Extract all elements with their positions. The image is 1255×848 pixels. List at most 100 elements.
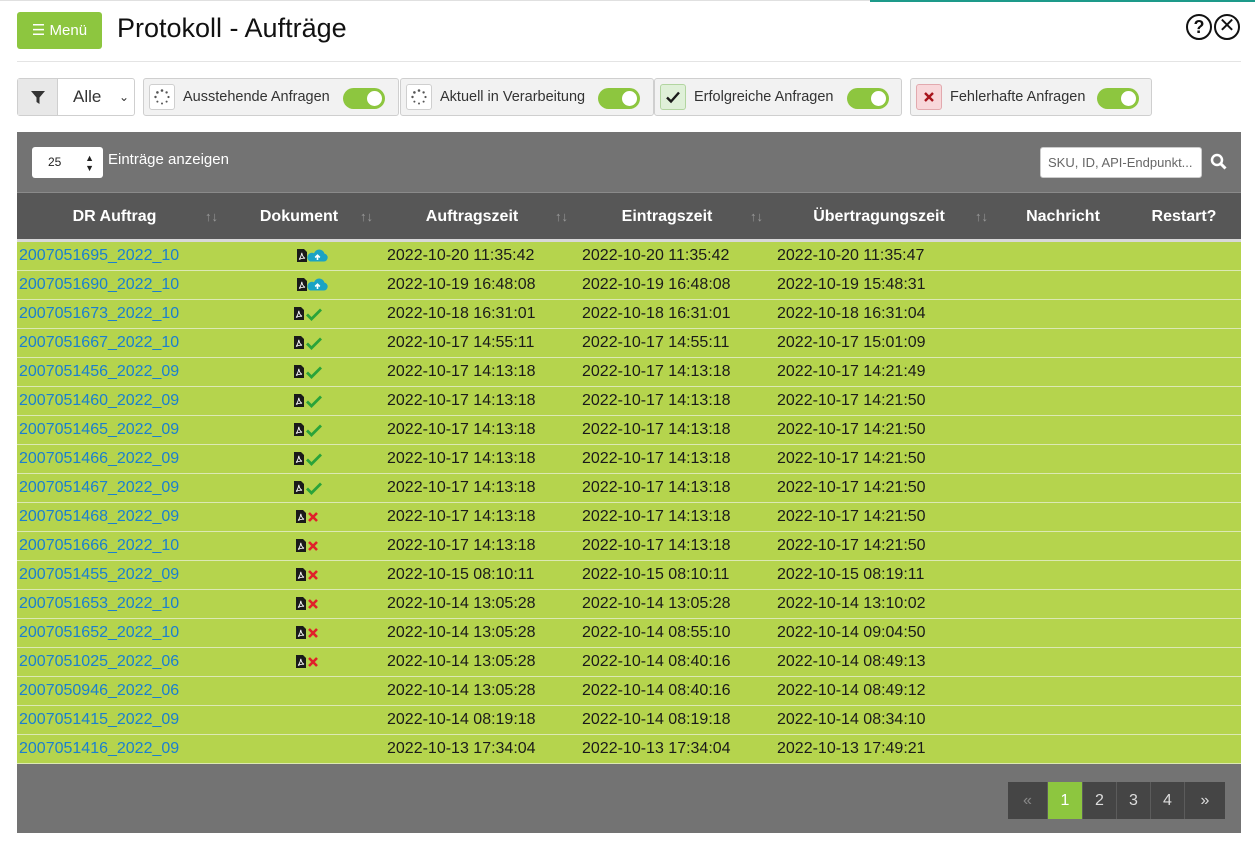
order-link[interactable]: 2007051455_2022_09 (19, 561, 179, 589)
search-input[interactable] (1040, 147, 1202, 178)
eintragszeit-cell: 2022-10-14 08:55:10 (582, 624, 731, 641)
column-header-uebertragungszeit[interactable]: Übertragungszeit (799, 193, 959, 240)
column-header-dokument[interactable]: Dokument (249, 193, 349, 240)
order-link[interactable]: 2007051460_2022_09 (19, 387, 179, 415)
document-status[interactable] (291, 416, 331, 444)
sort-icon[interactable]: ↑↓ (975, 193, 988, 240)
document-status[interactable] (291, 590, 331, 618)
document-status[interactable] (291, 300, 331, 328)
document-status[interactable] (291, 648, 331, 676)
menu-button[interactable]: ☰ Menü (17, 12, 102, 49)
column-header-auftragszeit[interactable]: Auftragszeit (412, 193, 532, 240)
toggle-pending-switch[interactable] (343, 88, 385, 109)
toggle-processing-label: Aktuell in Verarbeitung (440, 89, 586, 105)
auftragszeit-cell: 2022-10-14 13:05:28 (387, 595, 536, 612)
document-status[interactable] (291, 561, 331, 589)
document-status[interactable] (291, 445, 331, 473)
pdf-success-icon (294, 452, 322, 466)
document-status[interactable] (291, 358, 331, 386)
uebertragungszeit-cell: 2022-10-13 17:49:21 (777, 740, 926, 757)
pagination-next[interactable]: » (1185, 782, 1225, 819)
pagination-page-1[interactable]: 1 (1048, 782, 1083, 819)
x-icon (916, 84, 942, 110)
pdf-error-icon (296, 655, 318, 668)
toggle-success-switch[interactable] (847, 88, 889, 109)
document-status[interactable] (291, 503, 331, 531)
column-header-dr-auftrag[interactable]: DR Auftrag (17, 193, 212, 240)
order-link[interactable]: 2007051695_2022_10 (19, 242, 179, 270)
page-length-label: Einträge anzeigen (108, 151, 229, 168)
order-link[interactable]: 2007051467_2022_09 (19, 474, 179, 502)
order-link[interactable]: 2007051468_2022_09 (19, 503, 179, 531)
sort-icon[interactable]: ↑↓ (360, 193, 373, 240)
pdf-error-icon (296, 539, 318, 552)
toggle-error-switch[interactable] (1097, 88, 1139, 109)
uebertragungszeit-cell: 2022-10-17 15:01:09 (777, 334, 926, 351)
table-row: 2007051456_2022_09 2022-10-17 14:13:18 202… (17, 358, 1241, 387)
order-link[interactable]: 2007051673_2022_10 (19, 300, 179, 328)
auftragszeit-cell: 2022-10-15 08:10:11 (387, 566, 535, 583)
toggle-processing-switch[interactable] (598, 88, 640, 109)
check-icon (660, 84, 686, 110)
pagination-page-4[interactable]: 4 (1151, 782, 1185, 819)
order-link[interactable]: 2007051025_2022_06 (19, 648, 179, 676)
order-link[interactable]: 2007051416_2022_09 (19, 735, 179, 763)
uebertragungszeit-cell: 2022-10-18 16:31:04 (777, 305, 926, 322)
header-divider (17, 61, 1241, 62)
document-status[interactable] (291, 242, 331, 270)
order-link[interactable]: 2007051456_2022_09 (19, 358, 179, 386)
table-row: 2007051695_2022_10 2022-10-20 11:35:42 202… (17, 242, 1241, 271)
eintragszeit-cell: 2022-10-17 14:13:18 (582, 392, 731, 409)
document-status[interactable] (291, 474, 331, 502)
order-link[interactable]: 2007051466_2022_09 (19, 445, 179, 473)
pagination-prev[interactable]: « (1008, 782, 1048, 819)
table-row: 2007051415_2022_09 2022-10-14 08:19:18 202… (17, 706, 1241, 735)
sort-icon[interactable]: ↑↓ (555, 193, 568, 240)
order-link[interactable]: 2007051652_2022_10 (19, 619, 179, 647)
pdf-error-icon (296, 568, 318, 581)
eintragszeit-cell: 2022-10-17 14:13:18 (582, 421, 731, 438)
page-length-select[interactable]: 25 ▲ ▼ (32, 147, 103, 178)
document-status[interactable] (291, 387, 331, 415)
uebertragungszeit-cell: 2022-10-14 13:10:02 (777, 595, 926, 612)
auftragszeit-cell: 2022-10-17 14:13:18 (387, 450, 536, 467)
order-link[interactable]: 2007051653_2022_10 (19, 590, 179, 618)
auftragszeit-cell: 2022-10-19 16:48:08 (387, 276, 536, 293)
order-link[interactable]: 2007050946_2022_06 (19, 677, 179, 705)
help-icon[interactable]: ? (1186, 14, 1212, 40)
pagination-page-3[interactable]: 3 (1117, 782, 1151, 819)
order-link[interactable]: 2007051690_2022_10 (19, 271, 179, 299)
order-link[interactable]: 2007051667_2022_10 (19, 329, 179, 357)
sort-icon[interactable]: ↑↓ (205, 193, 218, 240)
eintragszeit-cell: 2022-10-18 16:31:01 (582, 305, 731, 322)
document-status (291, 677, 331, 705)
sort-icon[interactable]: ↑↓ (750, 193, 763, 240)
column-header-label: Dokument (259, 208, 339, 225)
pagination-page-2[interactable]: 2 (1083, 782, 1117, 819)
status-select-value: Alle (73, 87, 102, 106)
search-icon[interactable] (1210, 153, 1227, 170)
auftragszeit-cell: 2022-10-13 17:34:04 (387, 740, 536, 757)
order-link[interactable]: 2007051666_2022_10 (19, 532, 179, 560)
uebertragungszeit-cell: 2022-10-17 14:21:50 (777, 421, 926, 438)
eintragszeit-cell: 2022-10-17 14:13:18 (582, 450, 731, 467)
status-select[interactable]: Alle ⌄ (58, 79, 135, 115)
toggle-pending: Ausstehende Anfragen (143, 78, 399, 116)
document-status[interactable] (291, 532, 331, 560)
page-length-value: 25 (48, 155, 62, 169)
document-status[interactable] (291, 329, 331, 357)
order-link[interactable]: 2007051465_2022_09 (19, 416, 179, 444)
order-link[interactable]: 2007051415_2022_09 (19, 706, 179, 734)
close-icon[interactable]: ✕ (1214, 14, 1240, 40)
eintragszeit-cell: 2022-10-14 08:40:16 (582, 682, 731, 699)
uebertragungszeit-cell: 2022-10-17 14:21:50 (777, 450, 926, 467)
spinner-icon (406, 84, 432, 110)
table-row: 2007051460_2022_09 2022-10-17 14:13:18 202… (17, 387, 1241, 416)
document-status[interactable] (291, 271, 331, 299)
document-status[interactable] (291, 619, 331, 647)
page-title: Protokoll - Aufträge (117, 13, 347, 43)
uebertragungszeit-cell: 2022-10-17 14:21:50 (777, 479, 926, 496)
eintragszeit-cell: 2022-10-14 08:40:16 (582, 653, 731, 670)
column-header-eintragszeit[interactable]: Eintragszeit (607, 193, 727, 240)
table-row: 2007051652_2022_10 2022-10-14 13:05:28 202… (17, 619, 1241, 648)
